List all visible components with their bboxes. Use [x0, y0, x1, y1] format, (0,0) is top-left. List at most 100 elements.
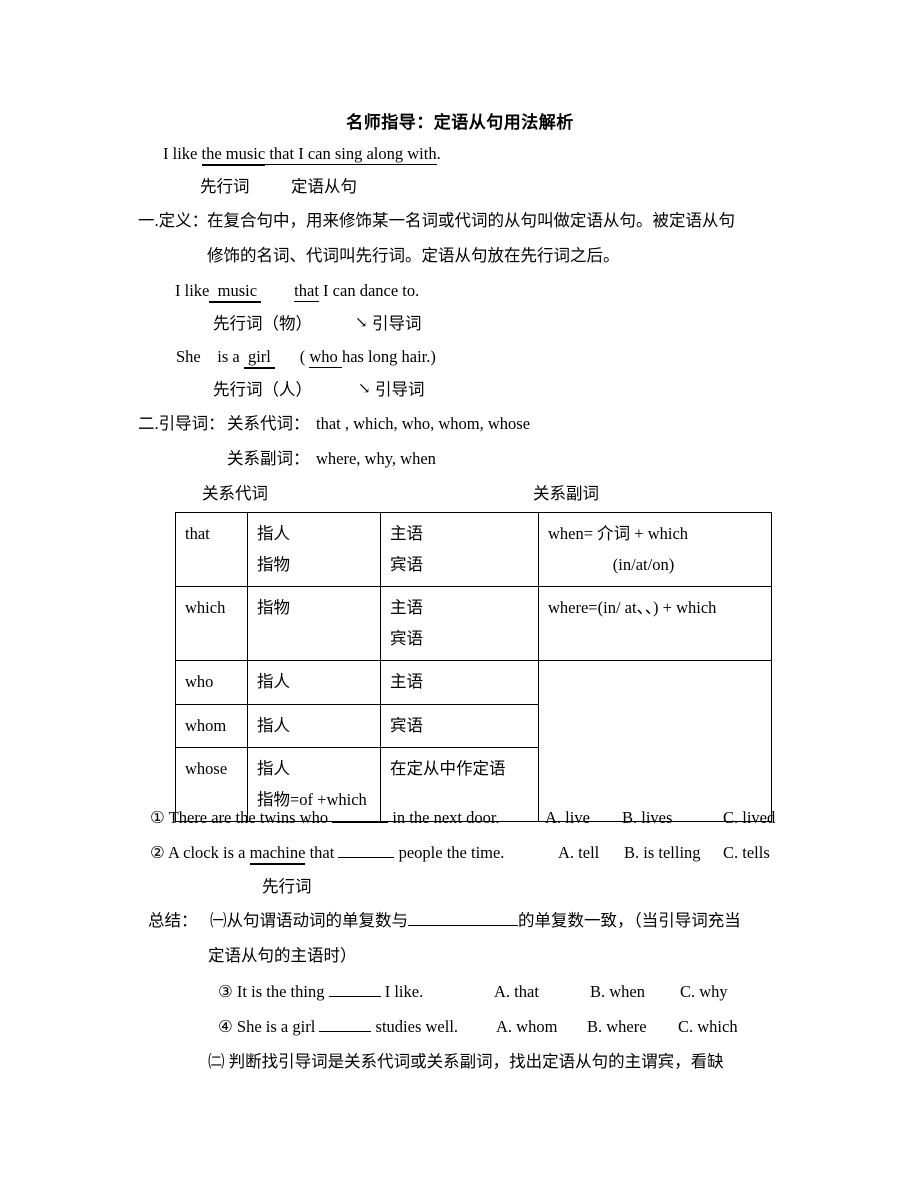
cell-role-a: 主语 — [390, 598, 423, 618]
definition-line-2: 修饰的名词、代词叫先行词。定语从句放在先行词之后。 — [207, 246, 620, 265]
cell-refers: 指物 — [247, 586, 381, 662]
question-1-blank[interactable] — [332, 822, 389, 823]
question-1-text-before: There are the twins who — [164, 808, 333, 827]
question-1-option-a[interactable]: A. live — [545, 809, 590, 827]
example-1-antecedent: the music — [201, 144, 266, 166]
cell-word: who — [175, 660, 248, 705]
summary-item-1-before: 从句谓语动词的单复数与 — [226, 911, 409, 930]
table-row: which 指物 主语 宾语 where=(in/ at、、) + which — [175, 586, 772, 662]
example-2-prefix: I like — [175, 281, 210, 300]
example-2-antecedent: music — [209, 281, 262, 303]
cell-word: that — [175, 511, 248, 588]
question-3-text-before: It is the thing — [232, 982, 329, 1001]
question-2-underlined: machine — [249, 843, 306, 865]
example-2-rest: I can dance to. — [318, 281, 420, 300]
question-3-option-c[interactable]: C. why — [680, 983, 728, 1001]
example-1-prefix: I like — [163, 144, 202, 163]
question-2-option-a[interactable]: A. tell — [558, 844, 599, 862]
question-4: ④ She is a girl studies well. — [218, 1017, 459, 1036]
example-3-prefix: She is a — [176, 347, 244, 366]
cell-refers-b: 指物 — [257, 554, 290, 574]
cell-refers-a: 指人 — [257, 759, 290, 779]
cell-role: 主语 — [380, 660, 539, 705]
example-2-sentence: I like music that I can dance to. — [175, 281, 420, 303]
question-4-option-c[interactable]: C. which — [678, 1018, 738, 1036]
cell-word: whom — [175, 703, 248, 749]
definition-heading: 一.定义： — [138, 211, 209, 230]
question-3-text-after: I like. — [380, 982, 424, 1001]
question-3-option-a[interactable]: A. that — [494, 983, 539, 1001]
cell-role-a: 主语 — [390, 524, 423, 543]
example-3-rest: has long hair.) — [341, 347, 436, 366]
example-2-relword: that — [294, 281, 319, 302]
question-2-number: ② — [150, 843, 165, 862]
cell-refers: 指人 指物 — [247, 511, 381, 588]
table-header-adverbs: 关系副词 — [533, 484, 599, 503]
example-3-label-antecedent: 先行词（人） — [213, 380, 312, 399]
question-4-option-a[interactable]: A. whom — [496, 1018, 557, 1036]
page-title: 名师指导：定语从句用法解析 — [346, 113, 574, 132]
question-2-label: 先行词 — [262, 877, 312, 896]
question-2-option-c[interactable]: C. tells — [723, 844, 770, 862]
question-1-number: ① — [150, 808, 165, 827]
example-2-gap — [261, 281, 294, 300]
summary-item-1-blank[interactable] — [408, 925, 518, 926]
question-1-text-after: in the next door. — [388, 808, 500, 827]
question-2: ② A clock is a machine that people the t… — [150, 843, 504, 865]
summary-heading: 总结： — [148, 911, 198, 930]
example-2-label-antecedent: 先行词（物） — [213, 314, 312, 333]
question-2-text-mid: that — [305, 843, 339, 862]
guidewords-heading: 二.引导词： — [138, 414, 225, 433]
question-1-option-b[interactable]: B. lives — [622, 809, 672, 827]
question-3-number: ③ — [218, 982, 233, 1001]
question-3-option-b[interactable]: B. when — [590, 983, 645, 1001]
question-4-option-b[interactable]: B. where — [587, 1018, 647, 1036]
example-1-label-antecedent: 先行词 — [200, 177, 250, 196]
cell-refers-a: 指人 — [257, 524, 290, 543]
cell-role: 宾语 — [380, 703, 539, 749]
example-1-clause: that I can sing along with — [265, 144, 437, 165]
cell-adverb-empty — [538, 660, 772, 823]
guidewords-adverb-label: 关系副词： — [227, 449, 310, 468]
example-1-period: . — [436, 144, 441, 163]
summary-item-1-after: 的单复数一致，（当引导词充当 — [518, 911, 741, 930]
question-3: ③ It is the thing I like. — [218, 982, 424, 1001]
question-2-option-b[interactable]: B. is telling — [624, 844, 701, 862]
cell-refers: 指人 — [247, 703, 381, 749]
question-2-blank[interactable] — [338, 857, 395, 858]
example-2-label-relword: 引导词 — [372, 314, 422, 333]
table-row: who 指人 主语 — [175, 660, 772, 823]
cell-adverb-b: (in/at/on) — [612, 554, 675, 574]
cell-adverb: where=(in/ at、、) + which — [538, 586, 772, 662]
summary-item-1: ㈠从句谓语动词的单复数与 的单复数一致，（当引导词充当 — [210, 911, 741, 930]
arrow-icon: ↘ — [358, 381, 371, 397]
summary-item-2-text: 判断找引导词是关系代词或关系副词，找出定语从句的主谓宾，看缺 — [224, 1052, 724, 1071]
question-3-blank[interactable] — [328, 996, 381, 997]
cell-role: 主语 宾语 — [380, 511, 539, 588]
summary-item-2: ㈡ 判断找引导词是关系代词或关系副词，找出定语从句的主谓宾，看缺 — [208, 1052, 724, 1071]
question-4-blank[interactable] — [319, 1031, 372, 1032]
guidewords-pronoun-list: that , which, who, whom, whose — [316, 414, 531, 433]
guidewords-pronoun-label: 关系代词： — [227, 414, 310, 433]
cell-role-b: 宾语 — [390, 554, 423, 574]
table-header-pronouns: 关系代词 — [202, 484, 268, 503]
cell-word: which — [175, 586, 248, 662]
question-1-option-c[interactable]: C. lived — [723, 809, 775, 827]
example-3-relword: who — [309, 347, 342, 368]
example-1-label-clause: 定语从句 — [291, 177, 357, 196]
arrow-icon: ↘ — [355, 315, 368, 331]
example-3-antecedent: girl — [243, 347, 276, 369]
summary-item-1-line-2: 定语从句的主语时） — [208, 946, 357, 965]
cell-adverb-a: where=(in/ at、、) + which — [548, 598, 717, 618]
summary-item-1-marker: ㈠ — [210, 911, 227, 930]
example-3-label-relword: 引导词 — [375, 380, 425, 399]
summary-item-2-marker: ㈡ — [208, 1052, 225, 1071]
table-row: that 指人 指物 主语 宾语 when= 介词 + which (in/at… — [175, 511, 772, 588]
question-4-text-after: studies well. — [371, 1017, 459, 1036]
example-3-gap: ( — [275, 347, 310, 366]
example-1-sentence: I like the music that I can sing along w… — [163, 144, 441, 166]
example-3-sentence: She is a girl ( who has long hair.) — [176, 347, 436, 369]
cell-adverb: when= 介词 + which (in/at/on) — [538, 511, 772, 588]
guidewords-adverb-list: where, why, when — [316, 449, 436, 468]
cell-refers: 指人 — [247, 660, 381, 705]
